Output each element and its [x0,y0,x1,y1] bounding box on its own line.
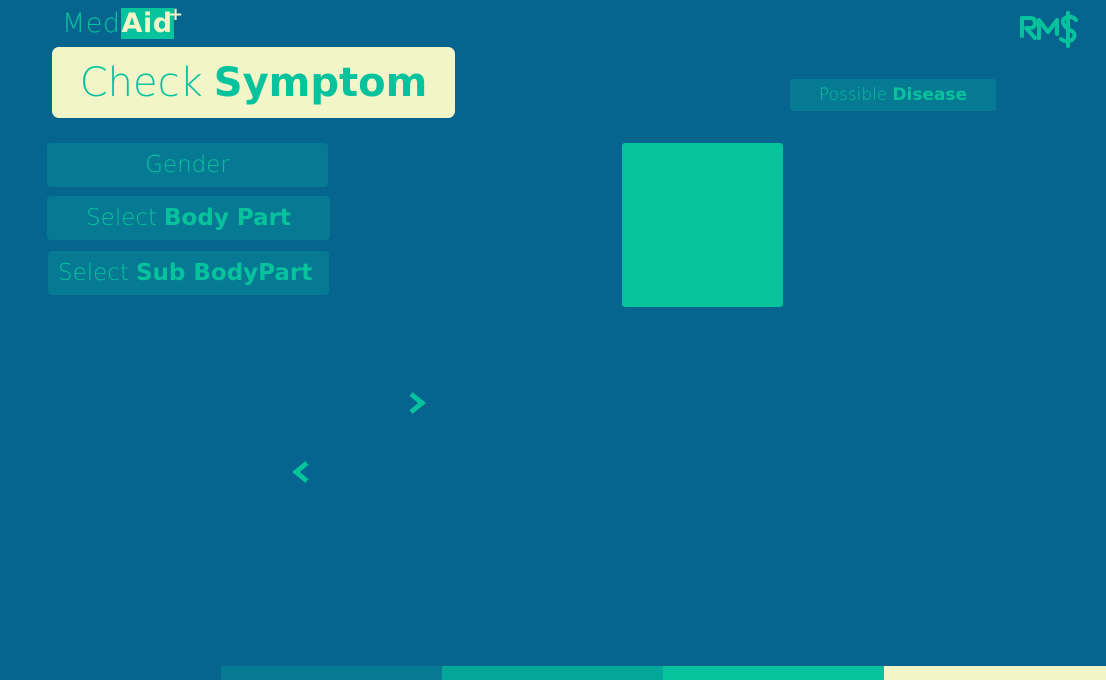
rms-logo-icon [1020,11,1078,48]
bar-segment [0,666,221,680]
gender-label: Gender [145,152,230,178]
bar-segment [884,666,1106,680]
gender-select[interactable]: Gender [47,143,328,187]
sub-body-part-label-bold: Sub BodyPart [135,260,313,286]
sub-body-part-label-light: Select [58,260,129,286]
logo-text-aid: Aid [120,8,174,39]
bar-segment [663,666,884,680]
chevron-left-icon[interactable] [290,459,314,485]
page-title-light: Check [79,59,203,106]
body-part-select[interactable]: Select Body Part [47,196,330,240]
chevron-right-icon[interactable] [404,390,428,416]
logo-plus: + [167,4,184,25]
sub-body-part-select[interactable]: Select Sub BodyPart [48,251,329,295]
possible-disease-label-light: Possible [818,85,888,105]
page-title-bold: Symptom [213,59,428,106]
logo-text-med: Med [62,8,121,39]
body-part-label-light: Select [86,205,158,231]
possible-disease-label-bold: Disease [892,85,968,105]
possible-disease-button[interactable]: Possible Disease [790,79,996,111]
body-part-label-bold: Body Part [164,205,291,231]
app-logo: MedAid + [62,4,183,40]
body-preview-panel [622,143,783,307]
bar-segment [442,666,663,680]
progress-color-bar [0,666,1106,680]
bar-segment [221,666,442,680]
page-title: Check Symptom [52,47,455,118]
